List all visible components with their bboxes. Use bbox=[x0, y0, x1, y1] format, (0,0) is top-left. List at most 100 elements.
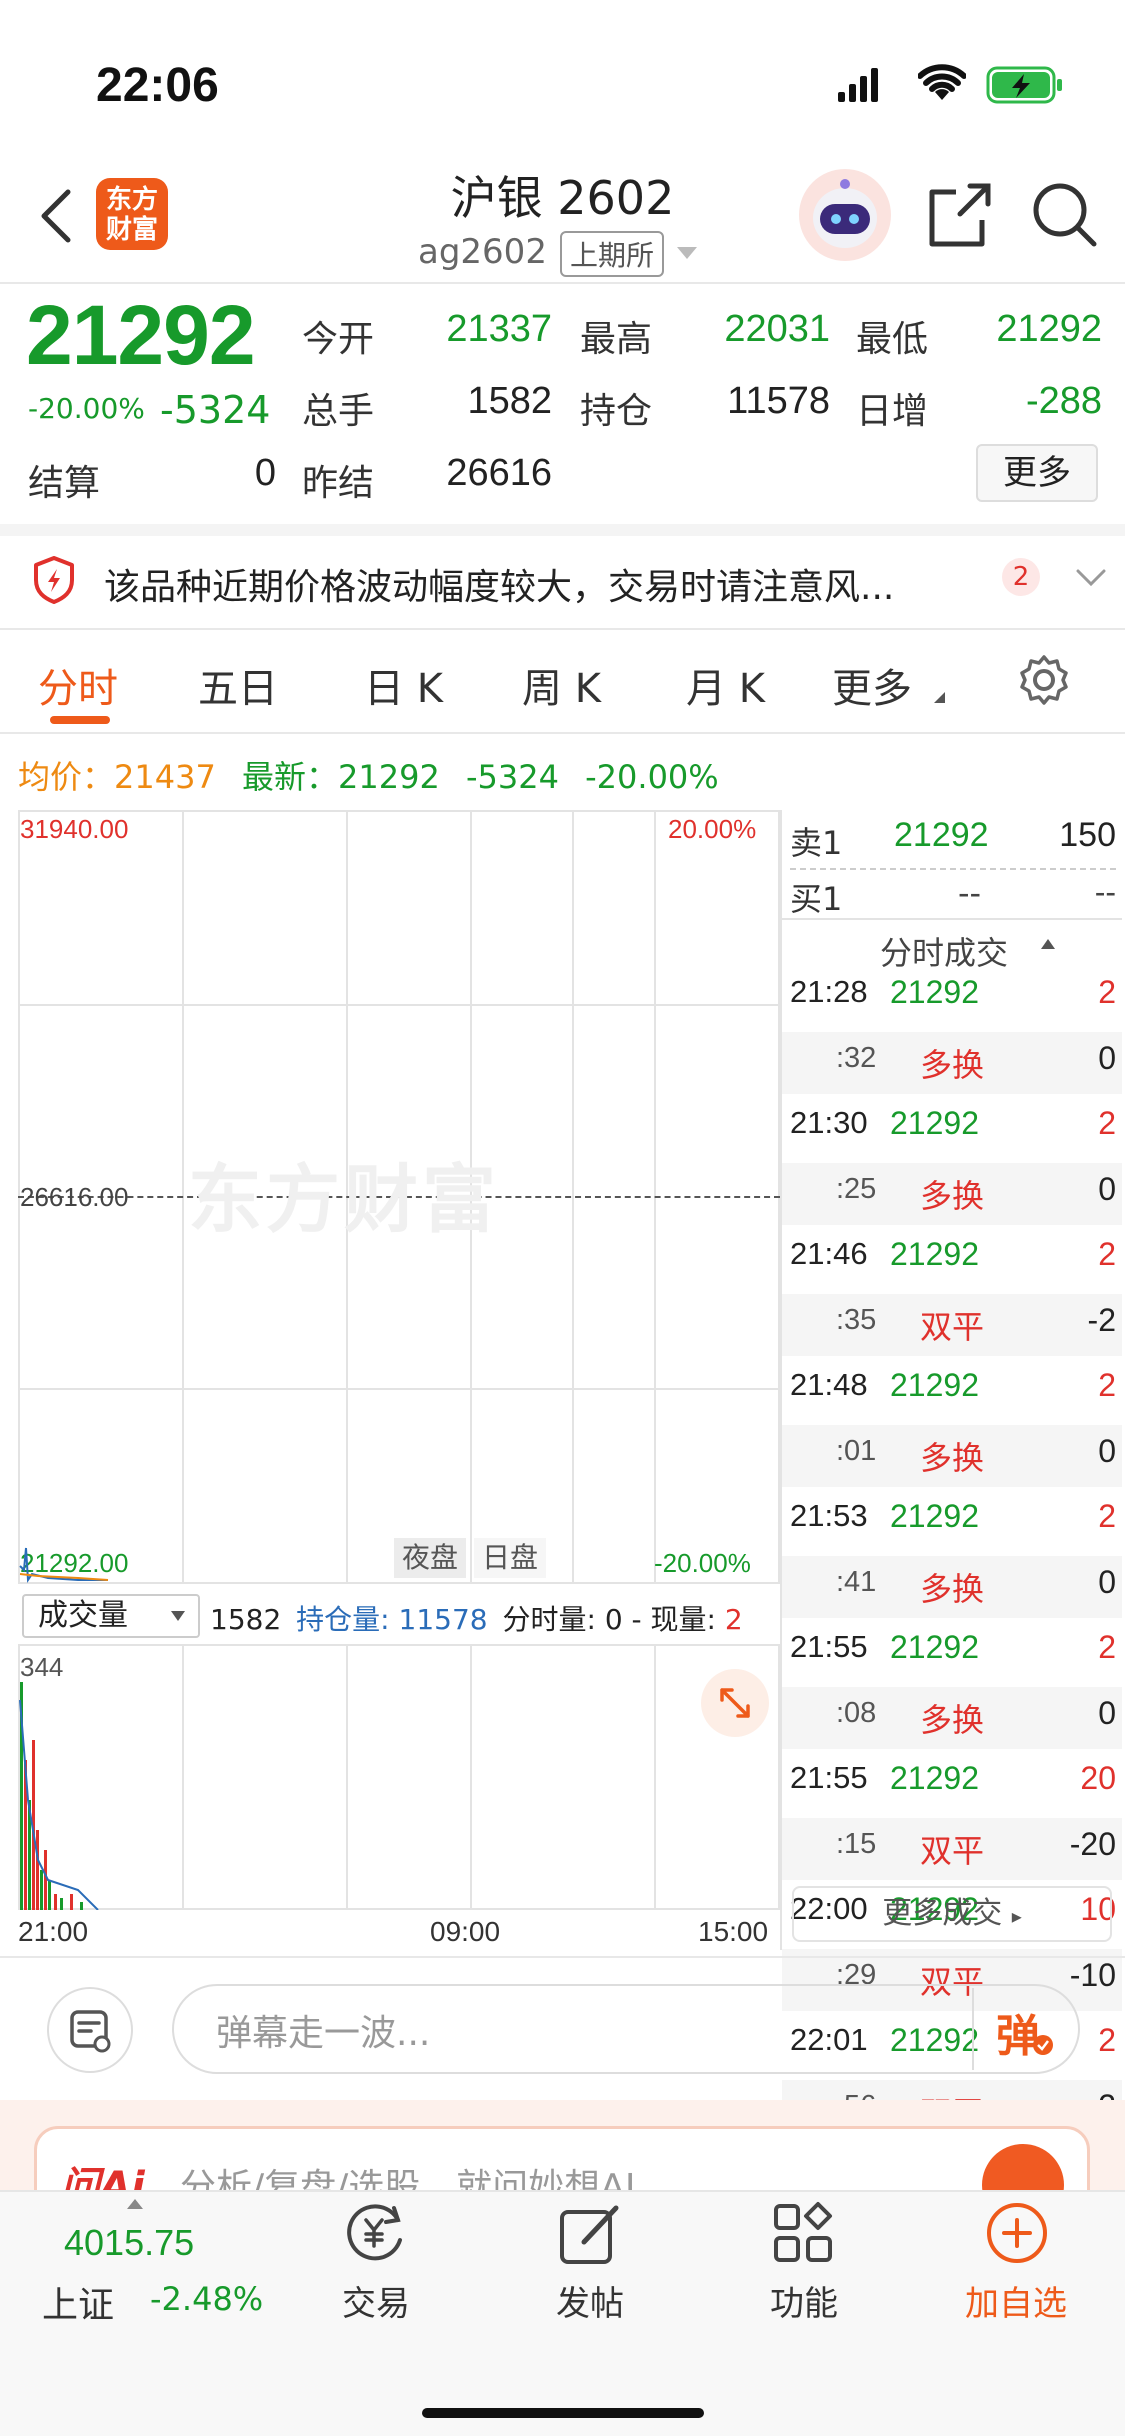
chevron-down-icon[interactable] bbox=[1076, 568, 1106, 588]
post-icon[interactable] bbox=[556, 2202, 626, 2266]
session-night-label: 夜盘 bbox=[394, 1538, 466, 1578]
prev-settlement-label: 昨结 bbox=[302, 463, 375, 504]
sell1-price: 21292 bbox=[894, 816, 989, 854]
danmaku-settings-icon[interactable] bbox=[46, 1986, 134, 2074]
fullscreen-icon[interactable] bbox=[700, 1668, 770, 1738]
volume-chart[interactable] bbox=[18, 1646, 780, 1910]
open-label: 今开 bbox=[302, 319, 375, 360]
tick-volume: 2 bbox=[1098, 1367, 1116, 1403]
index-name[interactable]: 上证 bbox=[42, 2276, 114, 2328]
price-gridline bbox=[18, 1388, 780, 1390]
volume-axis-max: 344 bbox=[20, 1652, 64, 1682]
time-gridline bbox=[470, 1646, 472, 1910]
home-indicator bbox=[422, 2408, 704, 2418]
tick-seconds: :41 bbox=[836, 1566, 877, 1598]
nav-trade[interactable]: 交易 bbox=[306, 2276, 446, 2325]
nav-post[interactable]: 发帖 bbox=[520, 2276, 660, 2325]
index-value[interactable]: 4015.75 bbox=[64, 2222, 194, 2264]
low-label: 最低 bbox=[856, 319, 929, 360]
tick-price: 21292 bbox=[890, 1105, 979, 1141]
latest-price-label: 最新： bbox=[241, 758, 338, 796]
tick-price: 21292 bbox=[890, 1236, 979, 1272]
tick-seconds: :25 bbox=[836, 1173, 877, 1205]
signal-icon bbox=[838, 68, 878, 102]
depth-bottom-divider bbox=[782, 918, 1122, 920]
tabs-divider bbox=[0, 732, 1125, 734]
tick-volume: 2 bbox=[1098, 1629, 1116, 1665]
tick-price: 21292 bbox=[890, 1498, 979, 1534]
latest-change: -5324 bbox=[465, 758, 559, 796]
low-value: 21292 bbox=[996, 308, 1102, 350]
settings-gear-icon[interactable] bbox=[1018, 654, 1070, 706]
tick-type: 多换 bbox=[920, 1177, 985, 1215]
functions-grid-icon[interactable] bbox=[770, 2200, 836, 2266]
tick-seconds: :32 bbox=[836, 1042, 877, 1074]
share-icon[interactable] bbox=[926, 182, 992, 248]
oi-label: 持仓量: bbox=[296, 1603, 390, 1636]
tab-active-indicator bbox=[50, 716, 110, 724]
nav-functions[interactable]: 功能 bbox=[734, 2276, 874, 2325]
sell1-volume: 150 bbox=[1059, 816, 1116, 854]
risk-count-badge: 2 bbox=[1002, 558, 1040, 596]
price-line bbox=[19, 1547, 109, 1584]
pct-axis-low: -20.00% bbox=[654, 1548, 751, 1578]
index-change[interactable]: -2.48% bbox=[150, 2280, 263, 2318]
prev-settlement-value: 26616 bbox=[446, 452, 552, 494]
tick-type: 双平 bbox=[920, 1308, 985, 1346]
column-divider bbox=[780, 810, 782, 1950]
sort-up-icon[interactable] bbox=[1040, 938, 1056, 950]
tick-time: 21:48 bbox=[790, 1367, 868, 1402]
settlement-label: 结算 bbox=[28, 463, 101, 504]
more-ticks-button[interactable]: 更多成交 ▸ bbox=[792, 1886, 1112, 1942]
tab-weekly-k[interactable]: 周 K bbox=[522, 656, 601, 714]
tab-five-day[interactable]: 五日 bbox=[198, 656, 278, 714]
tick-volume-value: 2 bbox=[724, 1603, 743, 1636]
daily-change-value: -288 bbox=[1025, 380, 1102, 422]
tick-time: 21:55 bbox=[790, 1760, 868, 1795]
tick-oi-delta: 0 bbox=[1098, 1564, 1116, 1600]
danmaku-placeholder: 弹幕走一波... bbox=[216, 2013, 431, 2054]
last-price: 21292 bbox=[26, 288, 256, 382]
search-icon[interactable] bbox=[1030, 180, 1098, 248]
time-gridline bbox=[182, 1646, 184, 1910]
caret-down-icon[interactable] bbox=[676, 246, 698, 260]
nav-add-watchlist[interactable]: 加自选 bbox=[946, 2276, 1086, 2325]
header-divider bbox=[0, 282, 1125, 284]
robot-assistant-icon[interactable] bbox=[798, 168, 892, 262]
shield-warning-icon bbox=[34, 556, 74, 604]
tick-seconds: :35 bbox=[836, 1304, 877, 1336]
tab-intraday[interactable]: 分时 bbox=[38, 656, 118, 714]
volume-label: 总手 bbox=[302, 391, 375, 432]
time-gridline bbox=[346, 1646, 348, 1910]
avg-price-label: 均价： bbox=[18, 758, 115, 796]
add-watchlist-icon[interactable] bbox=[984, 2200, 1050, 2266]
trade-icon[interactable] bbox=[338, 2200, 412, 2266]
more-ticks-label: 更多成交 bbox=[882, 1896, 1003, 1931]
depth-divider bbox=[790, 868, 1116, 870]
tick-time: 21:28 bbox=[790, 974, 868, 1009]
high-label: 最高 bbox=[580, 319, 653, 360]
ticks-header[interactable]: 分时成交 bbox=[880, 928, 1008, 974]
tick-volume: 2 bbox=[1098, 1498, 1116, 1534]
index-up-icon bbox=[127, 2199, 143, 2209]
tick-price: 21292 bbox=[890, 1629, 979, 1665]
tick-volume: 20 bbox=[1080, 1760, 1116, 1796]
tab-daily-k[interactable]: 日 K bbox=[364, 656, 443, 714]
tick-oi-delta: -20 bbox=[1069, 1826, 1116, 1862]
danmaku-divider bbox=[972, 1988, 974, 2070]
oi-value: 11578 bbox=[398, 1603, 488, 1636]
tick-time: 21:46 bbox=[790, 1236, 868, 1271]
tab-more[interactable]: 更多 bbox=[832, 656, 912, 714]
price-axis-high: 31940.00 bbox=[20, 814, 129, 844]
tick-oi-delta: -2 bbox=[1087, 1302, 1116, 1338]
caret-down-icon bbox=[171, 1611, 185, 1621]
tick-time: 21:30 bbox=[790, 1105, 868, 1140]
x-axis-start: 21:00 bbox=[18, 1916, 89, 1947]
risk-warning-text[interactable]: 该品种近期价格波动幅度较大，交易时请注意风... bbox=[104, 558, 954, 610]
tick-price: 21292 bbox=[890, 1367, 979, 1403]
tick-volume-label: 分时量: 0 - 现量: bbox=[502, 1603, 717, 1636]
more-quote-button[interactable]: 更多 bbox=[976, 444, 1098, 502]
tab-monthly-k[interactable]: 月 K bbox=[686, 656, 765, 714]
battery-icon bbox=[986, 66, 1062, 104]
buy1-label: 买1 bbox=[790, 880, 843, 918]
